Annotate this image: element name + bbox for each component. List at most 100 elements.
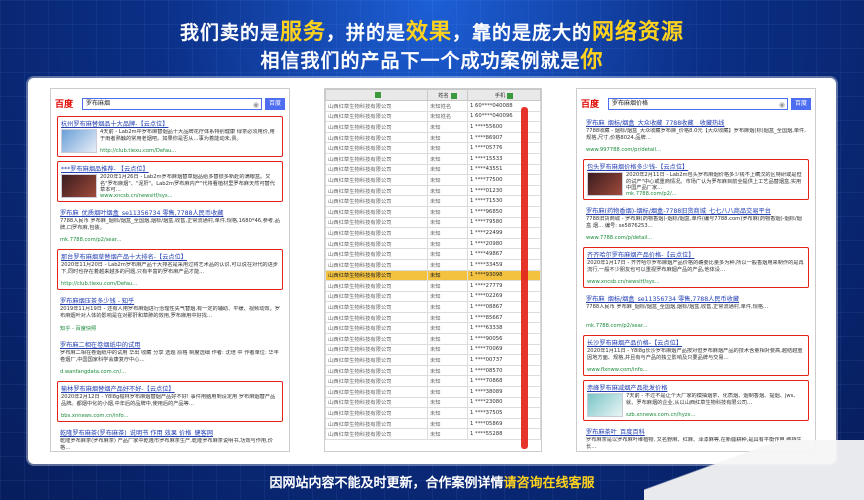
result-url[interactable]: szb.xnnews.com.cn/hyzx... (626, 412, 805, 418)
cell-company[interactable]: 山西红草生物科技有限公司 (325, 163, 428, 176)
table-row[interactable]: 山西红草生物科技有限公司 未知 1 ****79580 (325, 216, 541, 229)
table-row[interactable]: 山西红草生物科技有限公司 未知 1 ****63338 (325, 322, 541, 335)
cell-company[interactable]: 山西红草生物科技有限公司 (325, 290, 428, 303)
cell-phone[interactable]: 1 ****93098 (467, 269, 541, 282)
cell-company[interactable]: 山西红草生物科技有限公司 (325, 227, 428, 239)
cell-company[interactable]: 山西红草生物科技有限公司 (325, 152, 428, 165)
cell-phone[interactable]: 1 ****79580 (467, 216, 541, 229)
header-name[interactable]: 姓名 (427, 89, 468, 101)
result-url[interactable]: http://club.tiexu.com/Defau... (100, 148, 279, 154)
cell-phone[interactable]: 1 ****23080 (467, 396, 541, 409)
cell-name[interactable]: 未知 (427, 205, 468, 218)
result-title-link[interactable]: 罗布麻烟压茶多少钱 - 知乎 (60, 296, 280, 305)
table-row[interactable]: 山西红草生物科技有限公司 未知 1 ****05869 (325, 417, 541, 430)
table-row[interactable]: 山西红草生物科技有限公司 未知 1 ****86907 (325, 131, 541, 144)
cell-phone[interactable]: 1 ****49867 (467, 248, 541, 260)
cell-phone[interactable]: 1 ****55600 (467, 121, 541, 133)
cell-phone[interactable]: 1 ****33459 (467, 258, 541, 271)
result-title-link[interactable]: 榆林罗布麻烟替烟产品好不好-【云点位】 (61, 384, 279, 393)
result-title-link[interactable]: 罗布麻_优质烟叶烟盒_se11356734 零售,7788人民币收藏 (60, 208, 280, 217)
cell-phone[interactable]: 1 ****27779 (467, 280, 541, 292)
cell-phone[interactable]: 1 ****43551 (467, 163, 541, 176)
cell-company[interactable]: 山西红草生物科技有限公司 (325, 301, 428, 313)
cell-company[interactable]: 山西红草生物科技有限公司 (325, 386, 428, 398)
result-url[interactable]: www.7788.com/p/detail... (586, 235, 806, 241)
cell-phone[interactable]: 1 ****08867 (467, 301, 541, 313)
cell-name[interactable]: 未知 (427, 269, 468, 282)
cell-name[interactable]: 未知 (427, 227, 468, 239)
cell-name[interactable]: 未知 (427, 311, 468, 324)
result-url[interactable]: www.xncsb.cn/newsitf/sys... (587, 279, 805, 285)
cell-name[interactable]: 未知 (427, 290, 468, 303)
table-row[interactable]: 山西红草生物科技有限公司 未知 1 ****90056 (325, 333, 541, 345)
table-row[interactable]: 山西红草生物科技有限公司 未知 1 ****49867 (325, 248, 541, 260)
table-row[interactable]: 山西红草生物科技有限公司 未知姓名 1 60****040088 (325, 100, 541, 112)
cell-phone[interactable]: 1 ****71530 (467, 195, 541, 207)
table-row[interactable]: 山西红草生物科技有限公司 未知 1 ****96850 (325, 205, 541, 218)
table-row[interactable]: 山西红草生物科技有限公司 未知 1 ****85667 (325, 311, 541, 324)
result-title-link[interactable]: 罗布麻二相在卷烟纸中的试用 (60, 340, 280, 349)
cell-phone[interactable]: 1 ****37505 (467, 407, 541, 419)
cell-company[interactable]: 山西红草生物科技有限公司 (325, 110, 428, 123)
cell-company[interactable]: 山西红草生物科技有限公司 (325, 121, 428, 133)
cell-name[interactable]: 未知 (427, 301, 468, 313)
cell-phone[interactable]: 1 ****15533 (467, 152, 541, 165)
cell-phone[interactable]: 1 ****22499 (467, 227, 541, 239)
cell-company[interactable]: 山西红草生物科技有限公司 (325, 333, 428, 345)
cell-company[interactable]: 山西红草生物科技有限公司 (325, 311, 428, 324)
result-thumbnail[interactable] (587, 172, 623, 196)
result-url[interactable]: d.wanfangdata.com.cn/... (60, 369, 280, 375)
cell-company[interactable]: 山西红草生物科技有限公司 (325, 322, 428, 335)
cell-company[interactable]: 山西红草生物科技有限公司 (325, 205, 428, 218)
result-thumbnail[interactable] (61, 129, 97, 153)
cell-phone[interactable]: 1 ****02269 (467, 290, 541, 303)
cell-phone[interactable]: 1 ****55288 (467, 428, 541, 440)
cell-phone[interactable]: 1 ****96850 (467, 205, 541, 218)
cell-company[interactable]: 山西红草生物科技有限公司 (325, 184, 428, 197)
camera-icon[interactable]: ◉ (253, 100, 259, 110)
cell-company[interactable]: 山西红草生物科技有限公司 (325, 269, 428, 282)
cell-phone[interactable]: 1 ****86907 (467, 131, 541, 144)
result-title-link[interactable]: 那台罗布麻烟草替烟产品十大排名-【云点位】 (61, 252, 279, 261)
cell-company[interactable]: 山西红草生物科技有限公司 (325, 396, 428, 409)
cell-name[interactable]: 未知姓名 (427, 110, 468, 123)
cell-phone[interactable]: 1 ****05776 (467, 142, 541, 154)
table-row[interactable]: 山西红草生物科技有限公司 未知 1 ****55288 (325, 428, 541, 440)
result-url[interactable]: www.xncsb.cn/newsitf/sys... (100, 193, 279, 199)
cell-company[interactable]: 山西红草生物科技有限公司 (325, 280, 428, 292)
cell-name[interactable]: 未知 (427, 237, 468, 250)
table-row[interactable]: 山西红草生物科技有限公司 未知 1 ****70868 (325, 375, 541, 388)
table-row[interactable]: 山西红草生物科技有限公司 未知 1 ****77500 (325, 174, 541, 186)
cell-company[interactable]: 山西红草生物科技有限公司 (325, 428, 428, 440)
cell-name[interactable]: 未知 (427, 174, 468, 186)
search-input[interactable]: 罗布麻烟 ◉ (82, 97, 262, 110)
result-url[interactable]: www.997788.com/pr/detail... (586, 147, 806, 153)
search-input[interactable]: 罗布麻烟价格 ◉ (608, 97, 788, 110)
cell-name[interactable]: 未知 (427, 131, 468, 144)
table-row[interactable]: 山西红草生物科技有限公司 未知 1 ****37505 (325, 407, 541, 419)
cell-name[interactable]: 未知 (427, 152, 468, 165)
cell-name[interactable]: 未知 (427, 354, 468, 366)
cell-company[interactable]: 山西红草生物科技有限公司 (325, 343, 428, 356)
filter-icon[interactable] (507, 92, 514, 99)
cell-company[interactable]: 山西红草生物科技有限公司 (325, 100, 428, 112)
table-row[interactable]: 山西红草生物科技有限公司 未知 1 ****15533 (325, 152, 541, 165)
result-url[interactable]: mk.7788.com/p2/sear... (60, 237, 280, 243)
cell-company[interactable]: 山西红草生物科技有限公司 (325, 216, 428, 229)
table-row[interactable]: 山西红草生物科技有限公司 未知 1 ****00737 (325, 354, 541, 366)
filter-icon[interactable] (374, 91, 381, 98)
table-row[interactable]: 山西红草生物科技有限公司 未知 1 ****08570 (325, 364, 541, 377)
table-row[interactable]: 山西红草生物科技有限公司 未知 1 ****38089 (325, 386, 541, 398)
result-url[interactable]: mk.7788.com/p2/... (626, 191, 805, 197)
table-row[interactable]: 山西红草生物科技有限公司 未知 1 ****02269 (325, 290, 541, 303)
cell-phone[interactable]: 1 ****63338 (467, 322, 541, 335)
header-company[interactable] (325, 89, 428, 101)
table-row[interactable]: 山西红草生物科技有限公司 未知 1 ****01230 (325, 184, 541, 197)
cell-name[interactable]: 未知 (427, 375, 468, 388)
cell-name[interactable]: 未知 (427, 195, 468, 207)
camera-icon[interactable]: ◉ (779, 100, 785, 110)
result-title-link[interactable]: 赤峰罗布麻减烟产品批发价格 (587, 383, 805, 392)
cell-company[interactable]: 山西红草生物科技有限公司 (325, 375, 428, 388)
result-title-link[interactable]: 罗布麻_烟标/烟盒_大众收藏_7788收藏__收藏热线 (586, 118, 806, 127)
result-title-link[interactable]: 长沙罗布麻烟产品价格-【云点位】 (587, 338, 805, 347)
